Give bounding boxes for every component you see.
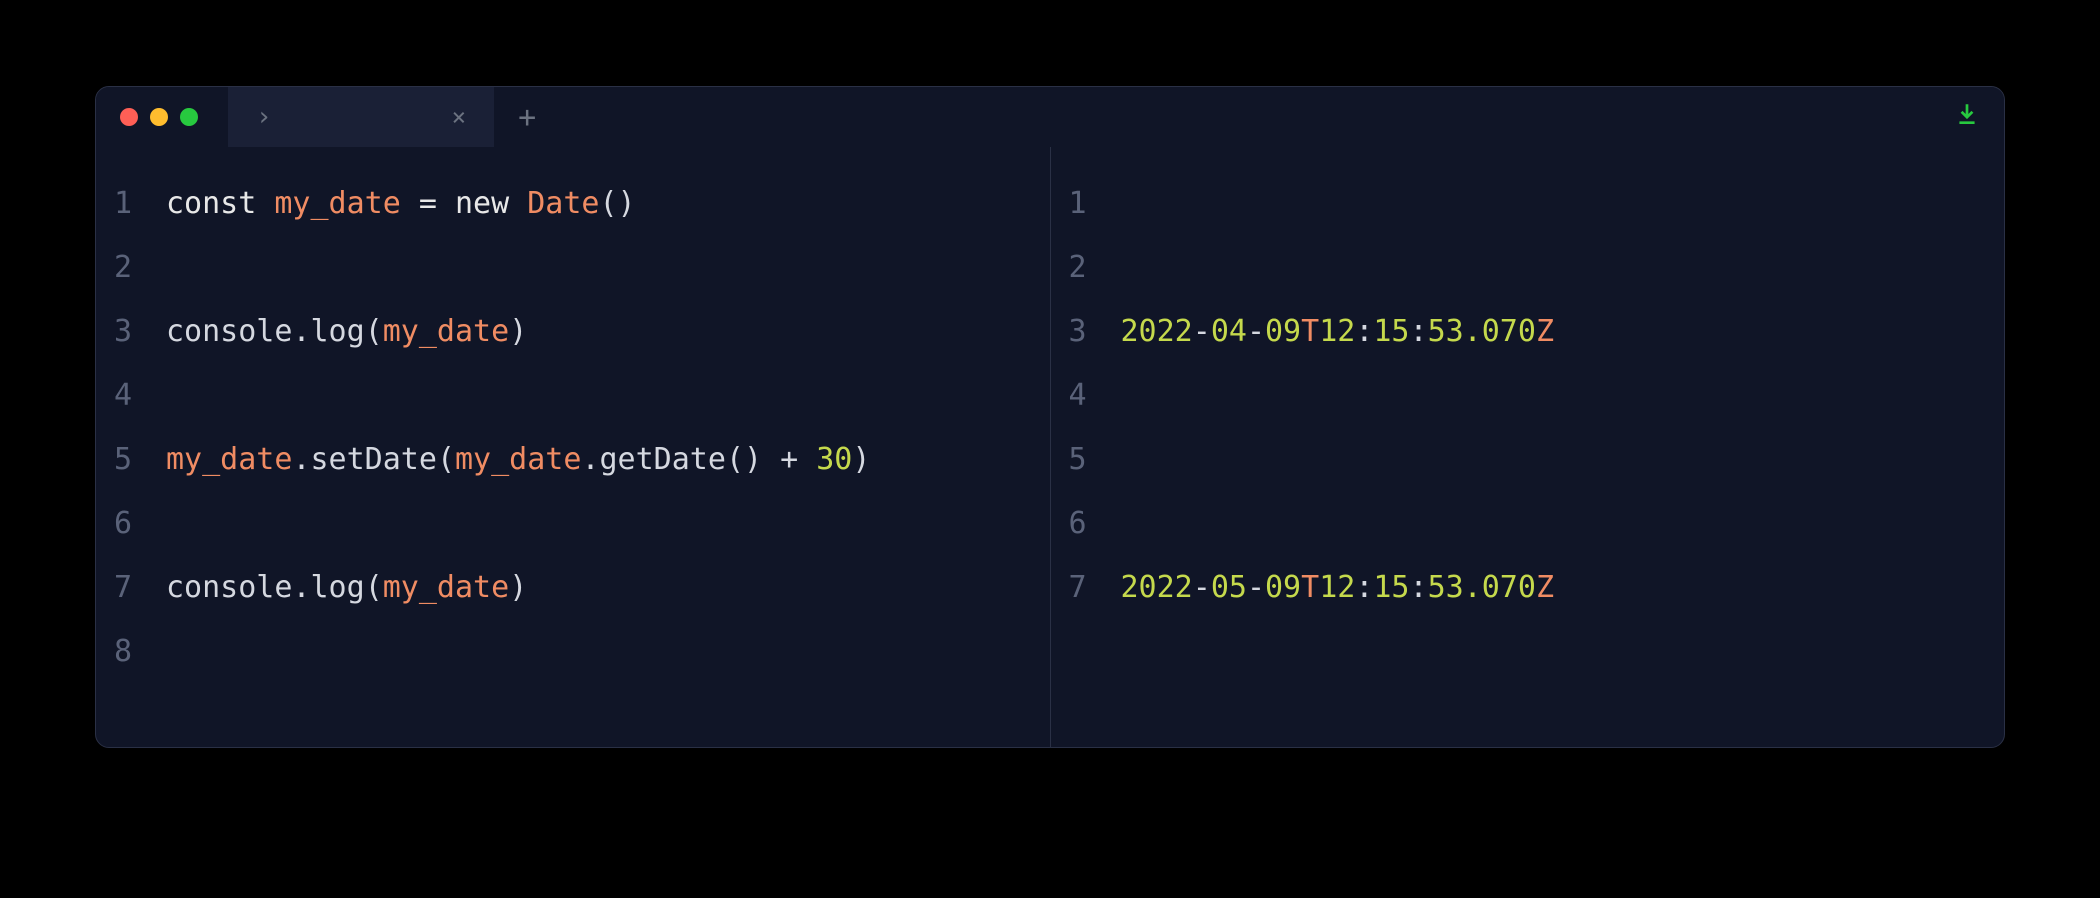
line-content: console.log(my_date)	[156, 314, 527, 349]
close-tab-icon[interactable]: ×	[452, 103, 466, 131]
line-number: 7	[96, 570, 156, 605]
code-line: 5	[1051, 427, 2005, 491]
plus-icon: +	[518, 100, 536, 135]
code-line: 8	[96, 619, 1050, 683]
code-line: 3console.log(my_date)	[96, 299, 1050, 363]
code-line: 72022-05-09T12:15:53.070Z	[1051, 555, 2005, 619]
code-line: 6	[1051, 491, 2005, 555]
code-line: 6	[96, 491, 1050, 555]
output-pane[interactable]: 1232022-04-09T12:15:53.070Z45672022-05-0…	[1051, 147, 2005, 747]
line-number: 2	[1051, 250, 1111, 285]
line-number: 1	[1051, 186, 1111, 221]
code-pane[interactable]: 1const my_date = new Date()23console.log…	[96, 147, 1051, 747]
editor-container: 1const my_date = new Date()23console.log…	[96, 147, 2004, 747]
line-number: 3	[1051, 314, 1111, 349]
line-number: 3	[96, 314, 156, 349]
minimize-window-button[interactable]	[150, 108, 168, 126]
code-line: 4	[96, 363, 1050, 427]
line-number: 2	[96, 250, 156, 285]
line-number: 5	[1051, 442, 1111, 477]
editor-window: › × + 1const my_date = new Date()23conso…	[95, 86, 2005, 748]
traffic-lights	[96, 108, 198, 126]
code-line: 7console.log(my_date)	[96, 555, 1050, 619]
line-number: 1	[96, 186, 156, 221]
line-number: 6	[96, 506, 156, 541]
code-line: 2	[1051, 235, 2005, 299]
line-content: 2022-04-09T12:15:53.070Z	[1111, 314, 1555, 349]
maximize-window-button[interactable]	[180, 108, 198, 126]
line-number: 5	[96, 442, 156, 477]
close-window-button[interactable]	[120, 108, 138, 126]
code-line: 4	[1051, 363, 2005, 427]
line-content: const my_date = new Date()	[156, 186, 636, 221]
tab-active[interactable]: › ×	[228, 87, 494, 147]
code-line: 5my_date.setDate(my_date.getDate() + 30)	[96, 427, 1050, 491]
code-line: 2	[96, 235, 1050, 299]
code-line: 1	[1051, 171, 2005, 235]
tabs-container: › × +	[228, 87, 560, 147]
code-line: 1const my_date = new Date()	[96, 171, 1050, 235]
line-number: 6	[1051, 506, 1111, 541]
line-number: 4	[1051, 378, 1111, 413]
line-content: 2022-05-09T12:15:53.070Z	[1111, 570, 1555, 605]
line-number: 7	[1051, 570, 1111, 605]
titlebar: › × +	[96, 87, 2004, 147]
line-content: console.log(my_date)	[156, 570, 527, 605]
line-content: my_date.setDate(my_date.getDate() + 30)	[156, 442, 870, 477]
tab-label: ›	[256, 102, 272, 132]
line-number: 4	[96, 378, 156, 413]
code-line: 32022-04-09T12:15:53.070Z	[1051, 299, 2005, 363]
download-icon[interactable]	[1954, 101, 1980, 134]
new-tab-button[interactable]: +	[494, 87, 560, 147]
line-number: 8	[96, 634, 156, 669]
